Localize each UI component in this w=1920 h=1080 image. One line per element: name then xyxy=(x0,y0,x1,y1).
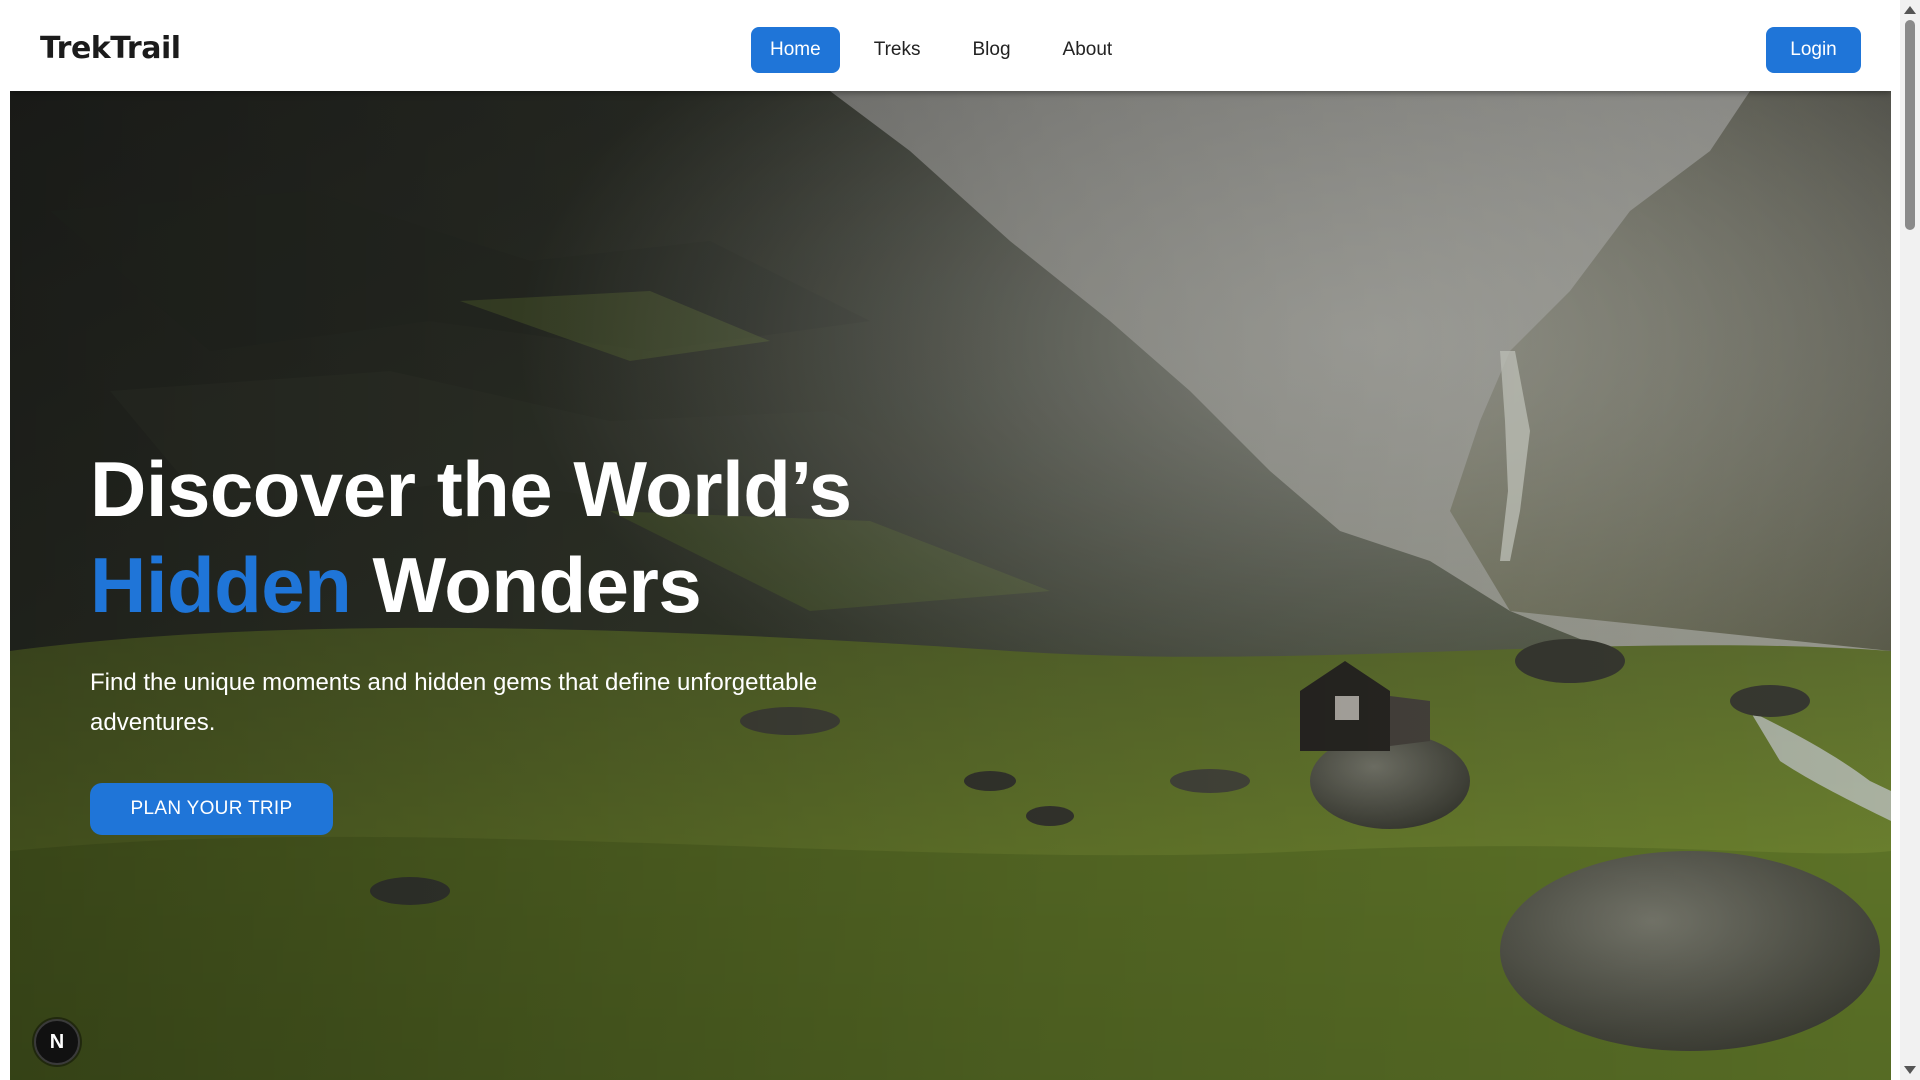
main-nav: Home Treks Blog About xyxy=(751,27,1130,73)
hero-title-accent: Hidden xyxy=(90,541,352,629)
navbar: TrekTrail Home Treks Blog About Login xyxy=(10,9,1891,91)
hero-title-rest: Wonders xyxy=(351,541,702,629)
scroll-up-arrow-icon[interactable] xyxy=(1904,6,1916,14)
page-scrollbar[interactable] xyxy=(1900,0,1920,1080)
nav-item-treks[interactable]: Treks xyxy=(856,27,939,73)
brand-logo[interactable]: TrekTrail xyxy=(40,31,181,66)
nextjs-icon[interactable]: N xyxy=(34,1019,80,1065)
page: Discover the World’s Hidden Wonders Find… xyxy=(10,9,1891,1080)
hero-title: Discover the World’s Hidden Wonders xyxy=(90,441,910,633)
nav-item-home[interactable]: Home xyxy=(751,27,840,73)
hero-content: Discover the World’s Hidden Wonders Find… xyxy=(90,441,910,835)
dev-badge-label: N xyxy=(49,1030,65,1053)
hero-section: Discover the World’s Hidden Wonders Find… xyxy=(10,91,1891,1080)
nav-item-blog[interactable]: Blog xyxy=(954,27,1028,73)
nav-item-about[interactable]: About xyxy=(1045,27,1131,73)
browser-viewport: Discover the World’s Hidden Wonders Find… xyxy=(0,0,1920,1080)
scrollbar-thumb[interactable] xyxy=(1905,20,1915,230)
login-button[interactable]: Login xyxy=(1766,27,1861,73)
hero-title-line1: Discover the World’s xyxy=(90,445,852,533)
hero-subtitle: Find the unique moments and hidden gems … xyxy=(90,669,818,736)
scroll-down-arrow-icon[interactable] xyxy=(1904,1066,1916,1074)
plan-your-trip-button[interactable]: PLAN YOUR TRIP xyxy=(90,783,333,835)
